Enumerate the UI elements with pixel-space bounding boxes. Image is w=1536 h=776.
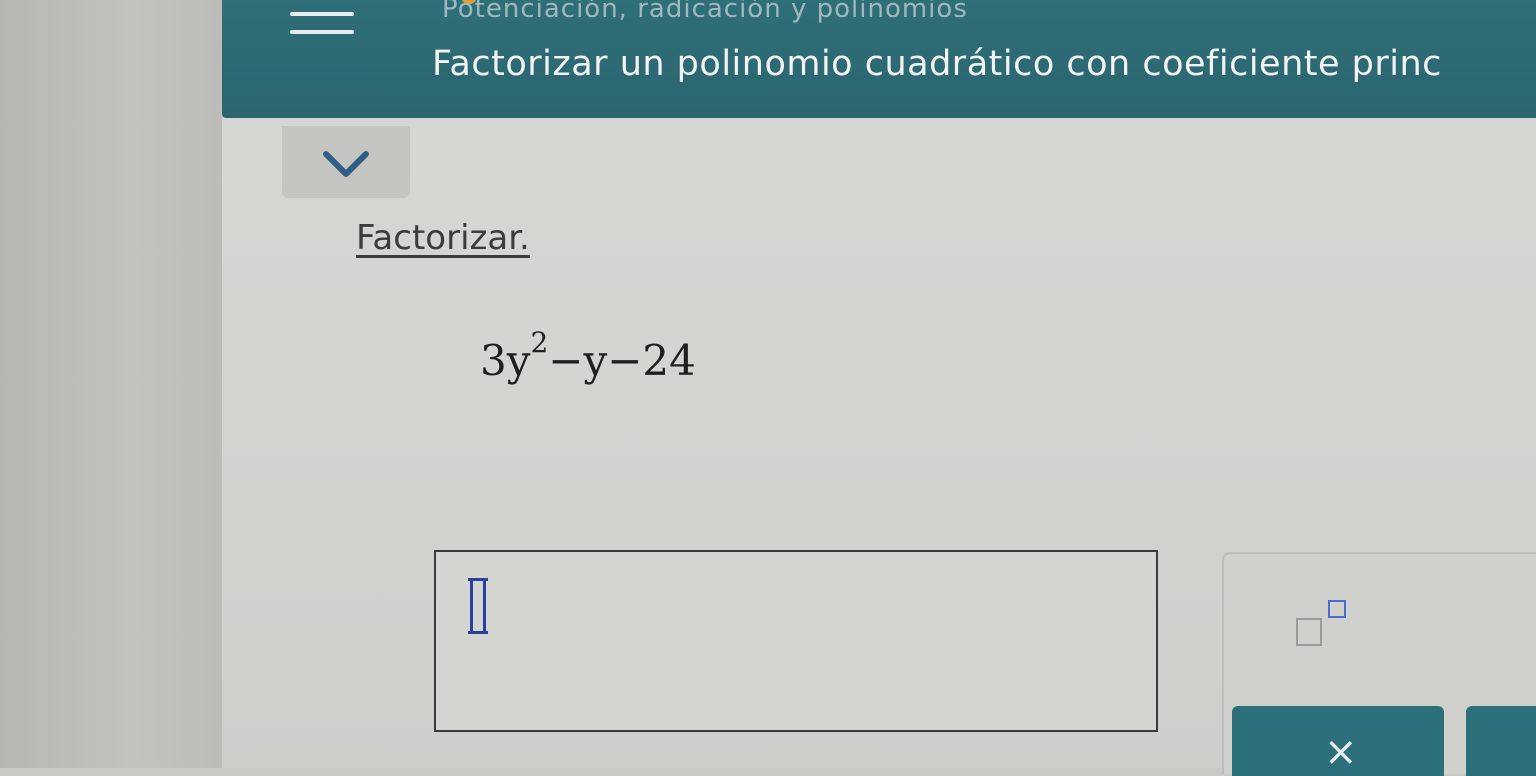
menu-icon[interactable] <box>290 12 354 42</box>
exponent-template-icon[interactable] <box>1272 594 1352 654</box>
instruction-link[interactable]: Factorizar. <box>356 218 530 258</box>
left-gutter <box>0 0 222 768</box>
header-subtitle: Potenciación, radicación y polinomios <box>442 0 968 24</box>
page-title: Factorizar un polinomio cuadrático con c… <box>432 44 1442 84</box>
collapse-button[interactable] <box>282 126 410 198</box>
chevron-down-icon <box>323 151 369 177</box>
answer-input[interactable] <box>434 550 1158 732</box>
next-button[interactable] <box>1466 706 1536 776</box>
input-cursor <box>468 578 488 634</box>
expression-exponent: 2 <box>530 326 549 359</box>
expression-base: 3y <box>480 336 531 385</box>
header-bar: Potenciación, radicación y polinomios Fa… <box>222 0 1536 118</box>
expression-rest: −y−24 <box>548 336 696 385</box>
problem-expression: 3y2−y−24 <box>480 326 696 385</box>
x-icon: × <box>1324 729 1358 775</box>
clear-button[interactable]: × <box>1232 706 1444 776</box>
